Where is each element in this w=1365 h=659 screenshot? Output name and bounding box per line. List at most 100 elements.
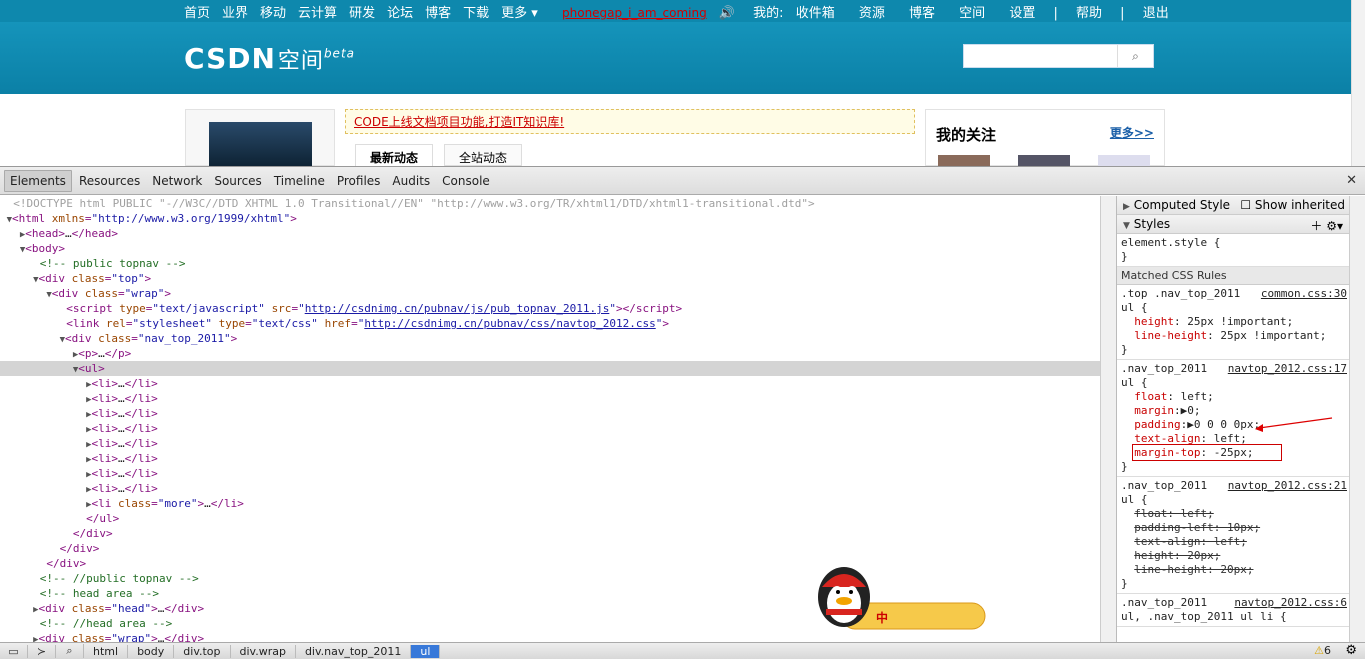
follow-more-link[interactable]: 更多>> (1110, 124, 1154, 141)
nav-item[interactable]: 研发 (349, 2, 375, 21)
csdn-logo[interactable]: CSDN空间beta (184, 42, 355, 75)
warning-count[interactable]: ⚠6 (1314, 644, 1331, 657)
dom-node[interactable]: ▶<li>…</li> (0, 481, 1100, 496)
dom-node[interactable]: <script type="text/javascript" src="http… (0, 301, 1100, 316)
nav-item[interactable]: 移动 (260, 2, 286, 21)
tab-audits[interactable]: Audits (387, 171, 435, 191)
tab-latest[interactable]: 最新动态 (355, 144, 434, 166)
css-rule[interactable]: .nav_top_2011 navtop_2012.css:17 ul { flo… (1117, 360, 1349, 477)
arrow-annotation (1255, 417, 1333, 432)
css-rule[interactable]: .nav_top_2011 navtop_2012.css:6 ul, .nav_… (1117, 594, 1349, 627)
show-inherited-checkbox[interactable]: ☐ Show inherited (1240, 198, 1345, 212)
element-style-rule[interactable]: element.style { } (1117, 234, 1349, 267)
rule-source-link[interactable]: navtop_2012.css:17 (1228, 362, 1347, 376)
resources-link[interactable]: 资源 (859, 6, 885, 21)
dom-node[interactable]: ▶<p>…</p> (0, 346, 1100, 361)
follow-title: 我的关注 (936, 126, 997, 144)
speaker-icon[interactable]: 🔊 (719, 6, 735, 21)
blog-link[interactable]: 博客 (909, 6, 935, 21)
nav-item[interactable]: 首页 (184, 2, 210, 21)
dom-node[interactable]: ▶<li>…</li> (0, 436, 1100, 451)
nav-item[interactable]: 博客 (425, 2, 451, 21)
qq-penguin-icon (818, 567, 986, 630)
notice-banner[interactable]: CODE上线文档项目功能,打造IT知识库! (345, 109, 915, 134)
my-label: 我的: (753, 6, 784, 21)
dom-node[interactable]: ▼<div class="nav_top_2011"> (0, 331, 1100, 346)
dom-node[interactable]: ▶<li>…</li> (0, 376, 1100, 391)
warning-icon: ⚠ (1314, 644, 1324, 657)
breadcrumb-item-current[interactable]: ul (411, 644, 441, 658)
dom-node[interactable]: </div> (0, 541, 1100, 556)
css-rule-overridden[interactable]: .nav_top_2011 navtop_2012.css:21 ul { flo… (1117, 477, 1349, 594)
tab-resources[interactable]: Resources (74, 171, 145, 191)
rule-source-link[interactable]: common.css:30 (1261, 287, 1347, 301)
dom-node[interactable]: ▼<body> (0, 241, 1100, 256)
dock-icon[interactable]: ▭ (0, 644, 28, 658)
rule-source-link[interactable]: navtop_2012.css:21 (1228, 479, 1347, 493)
dom-node[interactable]: <!-- public topnav --> (0, 256, 1100, 271)
search-icon[interactable]: ⌕ (1117, 45, 1153, 67)
styles-header[interactable]: ▼ Styles ＋ ⚙▾ (1117, 215, 1349, 234)
site-header: CSDN空间beta ⌕ (0, 22, 1351, 94)
rule-source-link[interactable]: navtop_2012.css:6 (1234, 596, 1347, 610)
tab-profiles[interactable]: Profiles (332, 171, 386, 191)
dom-node[interactable]: ▶<li>…</li> (0, 421, 1100, 436)
space-link[interactable]: 空间 (959, 6, 985, 21)
dom-node-selected[interactable]: ▼<ul> (0, 361, 1100, 376)
dom-node[interactable]: ▶<li>…</li> (0, 466, 1100, 481)
nav-item[interactable]: 下载 (463, 2, 489, 21)
tab-sources[interactable]: Sources (209, 171, 266, 191)
tab-elements[interactable]: Elements (4, 169, 72, 192)
nav-item[interactable]: 业界 (222, 2, 248, 21)
dom-node[interactable]: ▼<div class="top"> (0, 271, 1100, 286)
divider: | (1053, 6, 1058, 21)
tab-console[interactable]: Console (437, 171, 495, 191)
styles-sidebar: ▶ Computed Style ☐ Show inherited ▼ Styl… (1116, 196, 1349, 642)
dom-node[interactable]: ▼<div class="wrap"> (0, 286, 1100, 301)
breadcrumb-item[interactable]: html (84, 644, 129, 658)
settings-gear-icon[interactable]: ⚙ (1345, 643, 1357, 658)
tab-timeline[interactable]: Timeline (269, 171, 330, 191)
gear-icon[interactable]: ＋ ⚙▾ (1310, 217, 1343, 234)
breadcrumb-item[interactable]: div.nav_top_2011 (296, 644, 412, 658)
nav-item[interactable]: 云计算 (298, 2, 337, 21)
dom-node[interactable]: ▶<li>…</li> (0, 451, 1100, 466)
computed-style-header[interactable]: ▶ Computed Style ☐ Show inherited (1117, 196, 1349, 215)
breadcrumb-item[interactable]: body (128, 644, 175, 658)
matched-rules-header: Matched CSS Rules (1117, 267, 1349, 285)
qq-widget[interactable]: 中 (812, 561, 987, 633)
scrolling-notice[interactable]: phonegap_i_am_coming (562, 6, 707, 20)
tab-all[interactable]: 全站动态 (444, 144, 523, 166)
dom-node[interactable]: </div> (0, 526, 1100, 541)
dom-scrollbar[interactable] (1100, 196, 1116, 642)
search-icon[interactable]: ⌕ (56, 644, 84, 658)
highlighted-property: margin-top: -25px; (1132, 444, 1282, 461)
dom-node[interactable]: ▼<html xmlns="http://www.w3.org/1999/xht… (0, 211, 1100, 226)
help-link[interactable]: 帮助 (1076, 6, 1102, 21)
avatar[interactable] (209, 122, 312, 167)
divider: | (1120, 6, 1125, 21)
search-box[interactable]: ⌕ (963, 44, 1154, 68)
breadcrumb-item[interactable]: div.top (174, 644, 231, 658)
css-rule[interactable]: .top .nav_top_2011 common.css:30 ul { hei… (1117, 285, 1349, 360)
page-scrollbar[interactable] (1351, 0, 1365, 166)
dom-node[interactable]: ▶<li class="more">…</li> (0, 496, 1100, 511)
dom-node[interactable]: ▶<li>…</li> (0, 391, 1100, 406)
dom-node[interactable]: ▶<head>…</head> (0, 226, 1100, 241)
devtools-tabbar: Elements Resources Network Sources Timel… (0, 167, 1365, 195)
devtools-panel: Elements Resources Network Sources Timel… (0, 166, 1365, 659)
logout-link[interactable]: 退出 (1143, 6, 1169, 21)
close-icon[interactable]: ✕ (1346, 173, 1357, 188)
settings-link[interactable]: 设置 (1009, 6, 1035, 21)
nav-item[interactable]: 论坛 (387, 2, 413, 21)
dom-node[interactable]: <!DOCTYPE html PUBLIC "-//W3C//DTD XHTML… (0, 196, 1100, 211)
nav-item-more[interactable]: 更多 ▾ (501, 2, 538, 21)
tab-network[interactable]: Network (147, 171, 207, 191)
inbox-link[interactable]: 收件箱 (796, 6, 835, 21)
styles-scrollbar[interactable] (1349, 196, 1365, 642)
breadcrumb-item[interactable]: div.wrap (231, 644, 296, 658)
console-drawer-icon[interactable]: ≻ (28, 644, 56, 658)
dom-node[interactable]: ▶<li>…</li> (0, 406, 1100, 421)
dom-node[interactable]: </ul> (0, 511, 1100, 526)
dom-node[interactable]: <link rel="stylesheet" type="text/css" h… (0, 316, 1100, 331)
